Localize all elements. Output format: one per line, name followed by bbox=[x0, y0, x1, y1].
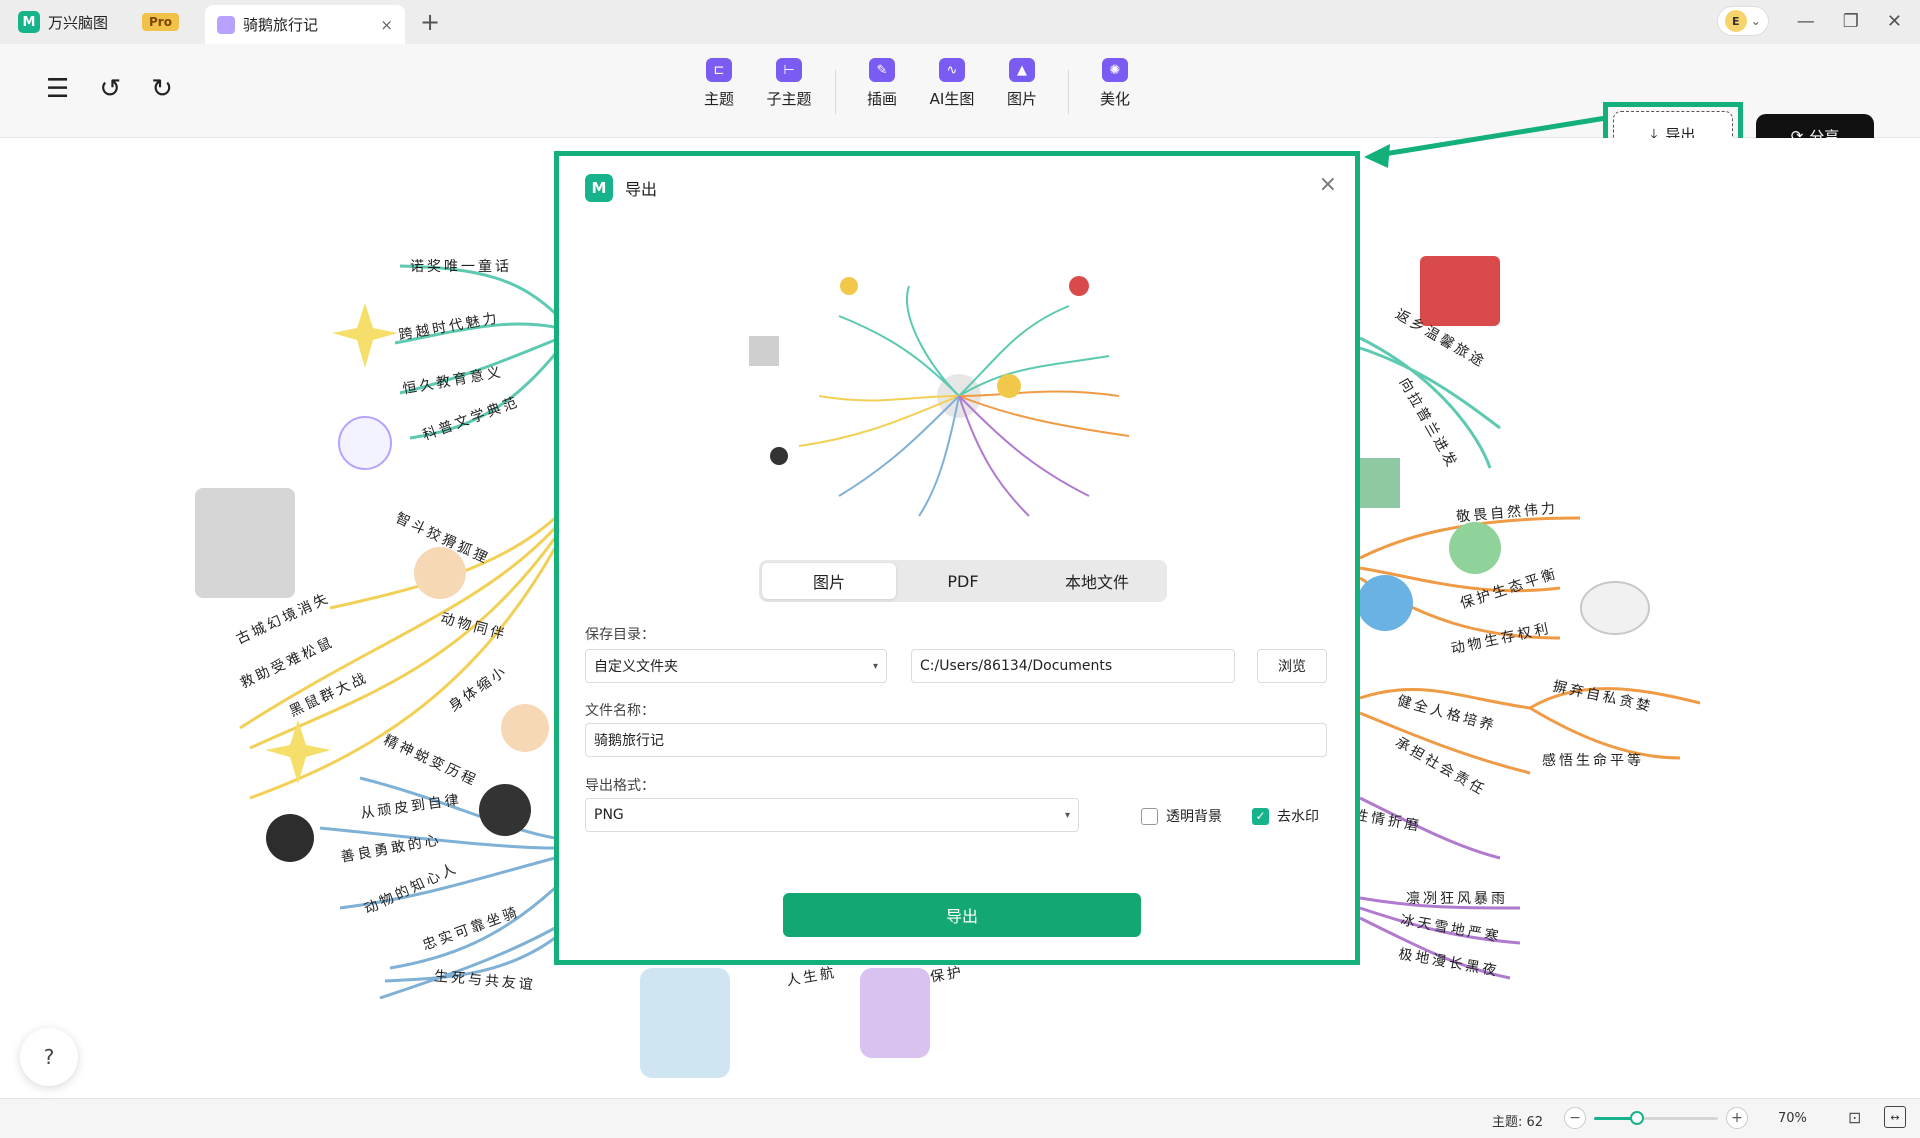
transparent-bg-checkbox[interactable]: 透明背景 bbox=[1141, 806, 1222, 826]
save-dir-value: 自定义文件夹 bbox=[594, 659, 678, 675]
toolbar-subtopic-button[interactable]: ⊢ 子主题 bbox=[765, 58, 813, 109]
checkbox-checked-icon: ✓ bbox=[1252, 807, 1269, 825]
confirm-export-button[interactable]: 导出 bbox=[783, 893, 1141, 937]
toolbar-topic-button[interactable]: ⊏ 主题 bbox=[695, 58, 743, 109]
tab-bar: M 万兴脑图 Pro 骑鹅旅行记 × + E ⌄ — ❐ ✕ bbox=[0, 0, 1920, 44]
toolbar-divider bbox=[1068, 70, 1069, 114]
mindmap-node[interactable]: 诺奖唯一童话 bbox=[410, 256, 512, 276]
window-controls: E ⌄ — ❐ ✕ bbox=[1716, 6, 1902, 36]
close-icon[interactable]: × bbox=[1319, 172, 1337, 197]
toolbar-illustration-button[interactable]: ✎ 插画 bbox=[858, 58, 906, 109]
caret-down-icon: ▾ bbox=[1064, 809, 1070, 821]
document-icon bbox=[217, 15, 235, 34]
zoom-slider[interactable] bbox=[1594, 1111, 1718, 1125]
fit-screen-icon[interactable]: ⊡ bbox=[1848, 1108, 1861, 1127]
caret-down-icon: ▾ bbox=[872, 660, 878, 672]
filename-input[interactable] bbox=[585, 723, 1327, 757]
status-bar: 主题: 62 − + 70% ⊡ ↔ bbox=[0, 1098, 1920, 1138]
mindmap-preview bbox=[749, 276, 1130, 517]
mindmap-node[interactable]: 感悟生命平等 bbox=[1542, 750, 1644, 770]
toolbar-item-label: 图片 bbox=[1006, 90, 1037, 108]
ai-image-icon: ∿ bbox=[939, 58, 965, 82]
redo-icon[interactable]: ↻ bbox=[151, 74, 173, 104]
toolbar-left: ☰ ↺ ↻ bbox=[46, 74, 173, 104]
zoom-out-button[interactable]: − bbox=[1564, 1107, 1586, 1129]
mindmap-node[interactable]: 凛冽狂风暴雨 bbox=[1406, 888, 1508, 908]
filename-label: 文件名称： bbox=[585, 703, 655, 719]
save-dir-label: 保存目录： bbox=[585, 627, 655, 643]
chevron-down-icon: ⌄ bbox=[1750, 14, 1761, 28]
expand-icon[interactable]: ↔ bbox=[1884, 1106, 1906, 1128]
format-value: PNG bbox=[594, 807, 624, 823]
app-name: 万兴脑图 bbox=[48, 13, 109, 32]
dialog-header: M 导出 bbox=[585, 174, 657, 202]
app-logo-icon: M bbox=[585, 174, 613, 202]
transparent-bg-label: 透明背景 bbox=[1166, 809, 1222, 825]
toolbar-item-label: 子主题 bbox=[766, 90, 812, 108]
document-tab[interactable]: 骑鹅旅行记 × bbox=[205, 5, 405, 44]
topic-count: 主题: 62 bbox=[1492, 1115, 1544, 1130]
save-path-input[interactable] bbox=[911, 649, 1235, 683]
topic-icon: ⊏ bbox=[706, 58, 732, 82]
toolbar: ☰ ↺ ↻ ⊏ 主题 ⊢ 子主题 ✎ 插画 ∿ AI生图 ▲ 图片 ✺ 美化 ⤓… bbox=[0, 44, 1920, 166]
menu-icon[interactable]: ☰ bbox=[46, 74, 69, 104]
pro-badge[interactable]: Pro bbox=[142, 13, 179, 31]
beautify-icon: ✺ bbox=[1102, 58, 1128, 82]
toolbar-ai-image-button[interactable]: ∿ AI生图 bbox=[928, 58, 976, 109]
image-icon: ▲ bbox=[1009, 58, 1035, 82]
toolbar-image-button[interactable]: ▲ 图片 bbox=[998, 58, 1046, 109]
export-dialog: M 导出 × 图片 PDF 本地文件 保存目录： 自定义文件夹 ▾ C:/Use… bbox=[559, 156, 1355, 960]
window-close-icon[interactable]: ✕ bbox=[1887, 11, 1902, 32]
document-tab-title: 骑鹅旅行记 bbox=[243, 16, 319, 34]
export-type-tabs: 图片 PDF 本地文件 bbox=[759, 560, 1167, 602]
toolbar-item-label: 插画 bbox=[866, 90, 897, 108]
tab-pdf[interactable]: PDF bbox=[896, 563, 1030, 599]
browse-button[interactable]: 浏览 bbox=[1257, 649, 1327, 683]
user-menu[interactable]: E ⌄ bbox=[1716, 6, 1769, 36]
export-dialog-highlight: M 导出 × 图片 PDF 本地文件 保存目录： 自定义文件夹 ▾ C:/Use… bbox=[554, 151, 1360, 965]
app-logo-icon: M bbox=[18, 11, 40, 33]
help-button[interactable]: ? bbox=[20, 1028, 78, 1086]
toolbar-center: ⊏ 主题 ⊢ 子主题 ✎ 插画 ∿ AI生图 ▲ 图片 ✺ 美化 bbox=[695, 58, 1139, 114]
checkbox-unchecked-icon bbox=[1141, 807, 1158, 825]
app-tab[interactable]: M 万兴脑图 Pro bbox=[18, 8, 179, 36]
dialog-title: 导出 bbox=[625, 180, 658, 199]
subtopic-icon: ⊢ bbox=[776, 58, 802, 82]
remove-watermark-label: 去水印 bbox=[1277, 809, 1319, 825]
new-tab-button[interactable]: + bbox=[420, 8, 440, 36]
toolbar-item-label: 主题 bbox=[703, 90, 734, 108]
toolbar-beautify-button[interactable]: ✺ 美化 bbox=[1091, 58, 1139, 109]
restore-icon[interactable]: ❐ bbox=[1843, 11, 1859, 32]
undo-icon[interactable]: ↺ bbox=[99, 74, 121, 104]
format-select[interactable]: PNG ▾ bbox=[585, 798, 1079, 832]
remove-watermark-checkbox[interactable]: ✓ 去水印 bbox=[1252, 806, 1319, 826]
user-avatar: E bbox=[1724, 10, 1747, 32]
zoom-slider-thumb[interactable] bbox=[1630, 1111, 1645, 1125]
toolbar-divider bbox=[835, 70, 836, 114]
close-tab-icon[interactable]: × bbox=[380, 16, 393, 34]
minimize-icon[interactable]: — bbox=[1797, 11, 1815, 32]
zoom-in-button[interactable]: + bbox=[1726, 1107, 1748, 1129]
tab-local-file[interactable]: 本地文件 bbox=[1030, 563, 1164, 599]
toolbar-item-label: 美化 bbox=[1099, 90, 1130, 108]
save-dir-select[interactable]: 自定义文件夹 ▾ bbox=[585, 649, 887, 683]
toolbar-item-label: AI生图 bbox=[929, 90, 975, 108]
illustration-icon: ✎ bbox=[869, 58, 895, 82]
format-label: 导出格式： bbox=[585, 778, 655, 794]
tab-image[interactable]: 图片 bbox=[762, 563, 896, 599]
zoom-value: 70% bbox=[1778, 1111, 1807, 1126]
